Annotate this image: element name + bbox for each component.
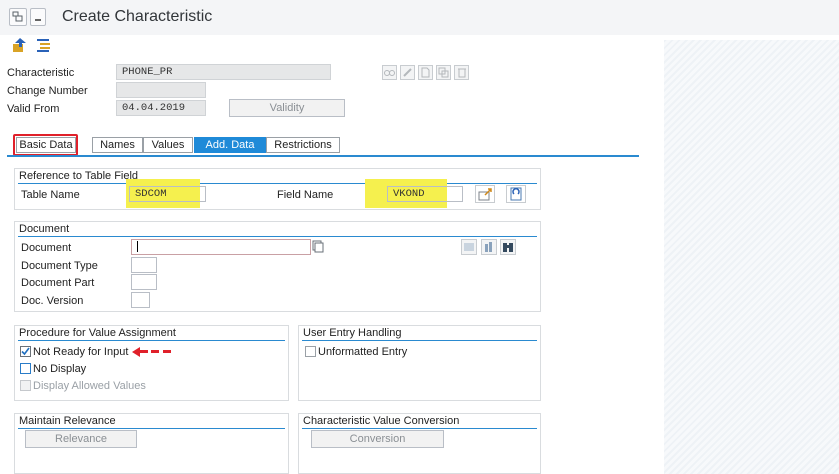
- validity-button[interactable]: Validity: [229, 99, 345, 117]
- group-divider: [18, 236, 537, 237]
- user-entry-title: User Entry Handling: [303, 327, 402, 339]
- display-change-icon[interactable]: [382, 65, 397, 80]
- tab-underline: [7, 155, 639, 157]
- valid-from-field: 04.04.2019: [116, 100, 206, 116]
- tab-highlight-box: [13, 134, 78, 156]
- refresh-icon[interactable]: [506, 185, 526, 203]
- display-allowed-label: Display Allowed Values: [33, 380, 146, 392]
- group-divider: [302, 428, 537, 429]
- characteristic-label: Characteristic: [7, 67, 75, 79]
- text-cursor: [137, 241, 138, 252]
- create-icon[interactable]: [418, 65, 433, 80]
- reference-title: Reference to Table Field: [19, 170, 139, 182]
- delete-icon[interactable]: [454, 65, 469, 80]
- relevance-title: Maintain Relevance: [19, 415, 116, 427]
- unformatted-label: Unformatted Entry: [318, 346, 408, 358]
- change-number-label: Change Number: [7, 85, 88, 97]
- valid-from-label: Valid From: [7, 103, 60, 115]
- hierarchy-icon[interactable]: [36, 37, 52, 53]
- tab-add-data[interactable]: Add. Data: [194, 137, 266, 153]
- annotation-arrow-dash: [151, 350, 159, 353]
- document-part-label: Document Part: [21, 277, 95, 289]
- annotation-arrow-dash: [163, 350, 171, 353]
- group-divider: [18, 183, 537, 184]
- document-type-label: Document Type: [21, 260, 98, 272]
- no-display-label: No Display: [33, 363, 87, 375]
- table-name-field[interactable]: SDCOM: [129, 186, 206, 202]
- group-divider: [302, 340, 537, 341]
- relevance-button[interactable]: Relevance: [25, 430, 137, 448]
- conversion-title: Characteristic Value Conversion: [303, 415, 460, 427]
- unformatted-checkbox[interactable]: [305, 346, 316, 357]
- page-title: Create Characteristic: [62, 8, 213, 25]
- annotation-arrow: [139, 350, 148, 353]
- field-name-label: Field Name: [277, 189, 334, 201]
- document-type-field[interactable]: [131, 257, 157, 273]
- display-doc-icon[interactable]: [461, 239, 477, 255]
- doc-version-label: Doc. Version: [21, 295, 84, 307]
- group-divider: [18, 340, 285, 341]
- display-allowed-checkbox: [20, 380, 31, 391]
- group-divider: [18, 428, 285, 429]
- document-part-field[interactable]: [131, 274, 157, 290]
- tab-values[interactable]: Values: [143, 137, 193, 153]
- menu-icon[interactable]: [9, 8, 27, 26]
- tab-restrictions[interactable]: Restrictions: [266, 137, 340, 153]
- field-name-field[interactable]: VKOND: [387, 186, 463, 202]
- background-pattern: [664, 40, 839, 474]
- not-ready-checkbox[interactable]: [20, 346, 31, 357]
- no-display-checkbox[interactable]: [20, 363, 31, 374]
- title-bar: Create Characteristic: [0, 0, 839, 35]
- change-number-field: [116, 82, 206, 98]
- pencil-icon[interactable]: [400, 65, 415, 80]
- tab-names[interactable]: Names: [92, 137, 143, 153]
- table-name-label: Table Name: [21, 189, 80, 201]
- dropdown-icon[interactable]: [30, 8, 46, 26]
- user-entry-group: User Entry Handling: [298, 325, 541, 401]
- not-ready-label: Not Ready for Input: [33, 346, 129, 358]
- conversion-button[interactable]: Conversion: [311, 430, 444, 448]
- document-field[interactable]: [131, 239, 311, 255]
- document-title: Document: [19, 223, 70, 235]
- doc-version-field[interactable]: [131, 292, 150, 308]
- procedure-title: Procedure for Value Assignment: [19, 327, 176, 339]
- binoculars-icon[interactable]: [500, 239, 516, 255]
- other-characteristic-icon[interactable]: [12, 37, 28, 53]
- export-icon[interactable]: [475, 185, 495, 203]
- document-label: Document: [21, 242, 72, 254]
- annotation-arrowhead: [132, 347, 140, 357]
- chart-icon[interactable]: [481, 239, 497, 255]
- document-help-icon[interactable]: [312, 240, 324, 253]
- copy-icon[interactable]: [436, 65, 451, 80]
- characteristic-field: PHONE_PR: [116, 64, 331, 80]
